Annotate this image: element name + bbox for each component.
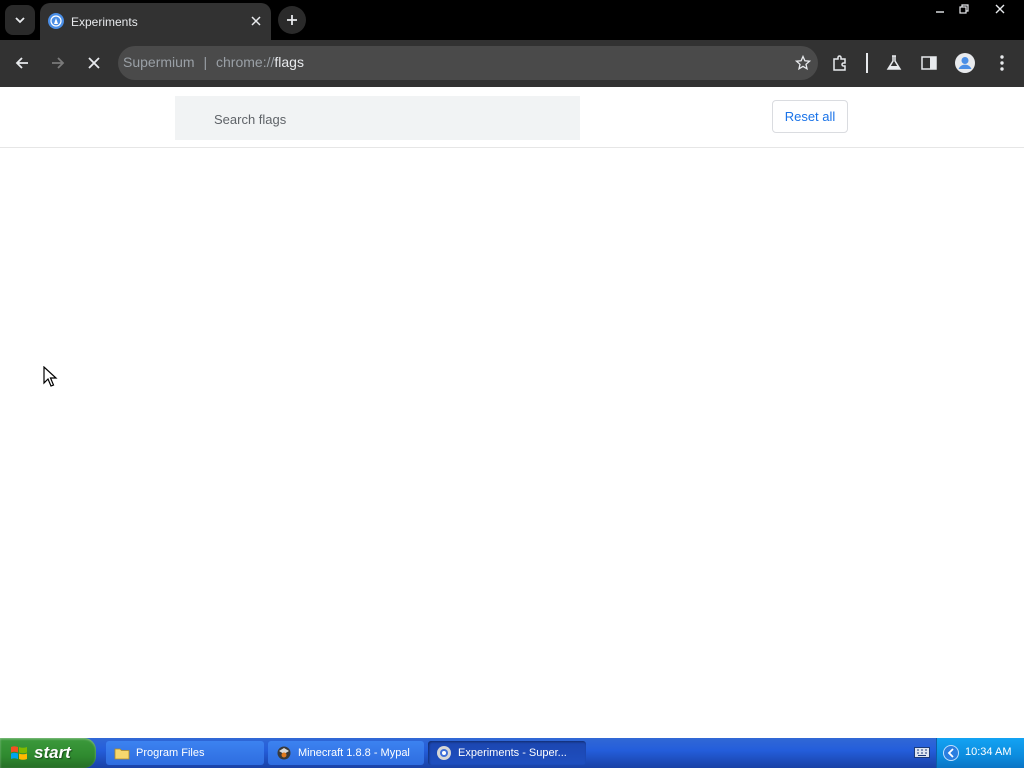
extensions-puzzle-icon[interactable] (829, 52, 851, 74)
url-host: flags (274, 54, 304, 70)
address-text: Supermium | chrome://flags (123, 54, 304, 70)
forward-button[interactable] (43, 48, 73, 78)
url-prefix: chrome:// (216, 54, 275, 70)
stop-loading-button[interactable] (79, 48, 109, 78)
new-tab-button[interactable] (278, 6, 306, 34)
restore-button[interactable] (952, 0, 976, 18)
address-bar[interactable]: Supermium | chrome://flags (118, 46, 818, 80)
restore-icon (959, 4, 969, 14)
plus-icon (287, 15, 297, 25)
start-button[interactable]: start (0, 738, 96, 768)
back-button[interactable] (7, 48, 37, 78)
search-flags-input[interactable] (212, 108, 556, 130)
kebab-menu-icon[interactable] (991, 52, 1013, 74)
taskbar-item-label: Experiments - Super... (458, 747, 567, 759)
keyboard-language-icon[interactable] (914, 746, 930, 759)
flags-content-area (0, 148, 1024, 738)
labs-flask-icon[interactable] (883, 52, 905, 74)
browser-chip-label: Supermium (123, 54, 195, 70)
windows-taskbar: start Program Files Minecraft 1.8.8 - My… (0, 738, 1024, 768)
tab-search-button[interactable] (5, 5, 35, 35)
search-box (175, 96, 580, 140)
clock[interactable]: 10:34 AM (965, 746, 1011, 758)
window-controls (928, 0, 1024, 20)
taskbar-item-label: Program Files (136, 747, 205, 759)
taskbar-item-minecraft[interactable]: Minecraft 1.8.8 - Mypal (268, 741, 424, 765)
profile-avatar-icon[interactable] (954, 52, 976, 74)
bookmark-star-icon[interactable] (794, 54, 812, 72)
show-hidden-icons-chevron-icon[interactable] (943, 745, 959, 761)
mypal-browser-icon (277, 746, 291, 760)
taskbar-item-label: Minecraft 1.8.8 - Mypal (298, 747, 410, 759)
windows-logo-icon (11, 746, 27, 760)
close-icon (995, 4, 1005, 14)
side-panel-icon[interactable] (918, 52, 940, 74)
tab-strip: Experiments (0, 0, 1024, 40)
chevron-down-icon (15, 17, 25, 24)
system-tray: 10:34 AM (936, 738, 1024, 768)
taskbar-item-experiments[interactable]: Experiments - Super... (428, 741, 586, 765)
minimize-icon (936, 11, 944, 13)
browser-toolbar: Supermium | chrome://flags (0, 40, 1024, 87)
arrow-left-icon (15, 57, 28, 69)
folder-icon (114, 748, 130, 760)
mouse-cursor-icon (43, 366, 58, 387)
address-separator: | (203, 54, 208, 70)
stop-x-icon (88, 57, 100, 69)
tab-experiments[interactable]: Experiments (40, 3, 271, 40)
supermium-favicon-icon (48, 13, 64, 29)
tab-title: Experiments (71, 15, 138, 29)
tab-close-icon[interactable] (249, 14, 263, 28)
minimize-button[interactable] (928, 0, 952, 18)
toolbar-divider (866, 53, 868, 73)
arrow-right-icon (52, 57, 65, 69)
flags-header: Reset all (0, 87, 1024, 148)
close-window-button[interactable] (976, 0, 1024, 18)
start-label: start (34, 743, 71, 762)
supermium-browser-icon (437, 746, 451, 760)
taskbar-item-program-files[interactable]: Program Files (106, 741, 264, 765)
reset-all-button[interactable]: Reset all (772, 100, 848, 133)
